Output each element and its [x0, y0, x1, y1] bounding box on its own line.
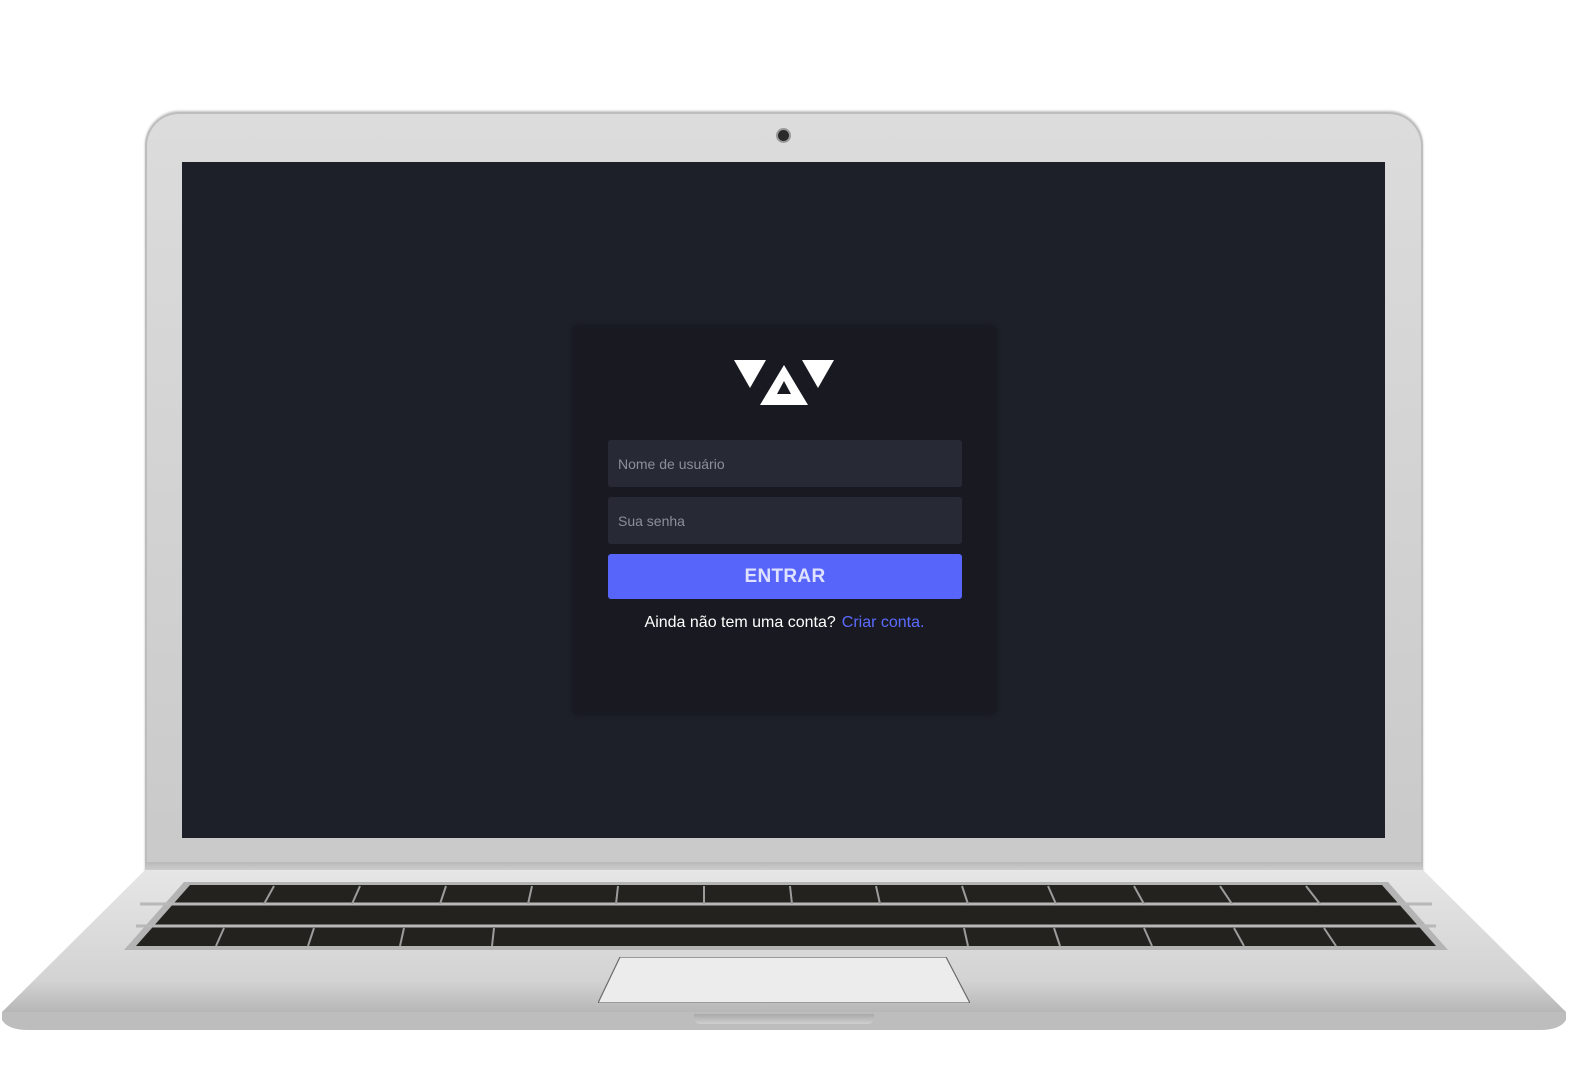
username-input[interactable] [608, 440, 962, 487]
laptop-screen: ENTRAR Ainda não tem uma conta? Criar con… [182, 162, 1385, 838]
password-input[interactable] [608, 497, 962, 544]
signup-prompt-text: Ainda não tem uma conta? [644, 614, 836, 631]
create-account-link[interactable]: Criar conta. [842, 614, 925, 631]
laptop-lid: ENTRAR Ainda não tem uma conta? Criar con… [145, 112, 1423, 880]
trackpad [598, 957, 970, 1003]
laptop-front-notch [694, 1014, 874, 1024]
webcam-icon [778, 130, 789, 141]
triangle-logo-icon [734, 360, 834, 405]
login-button[interactable]: ENTRAR [608, 554, 962, 599]
signup-prompt: Ainda não tem uma conta? Criar conta. [573, 614, 996, 632]
keyboard [124, 882, 1448, 950]
login-card: ENTRAR Ainda não tem uma conta? Criar con… [573, 326, 996, 714]
